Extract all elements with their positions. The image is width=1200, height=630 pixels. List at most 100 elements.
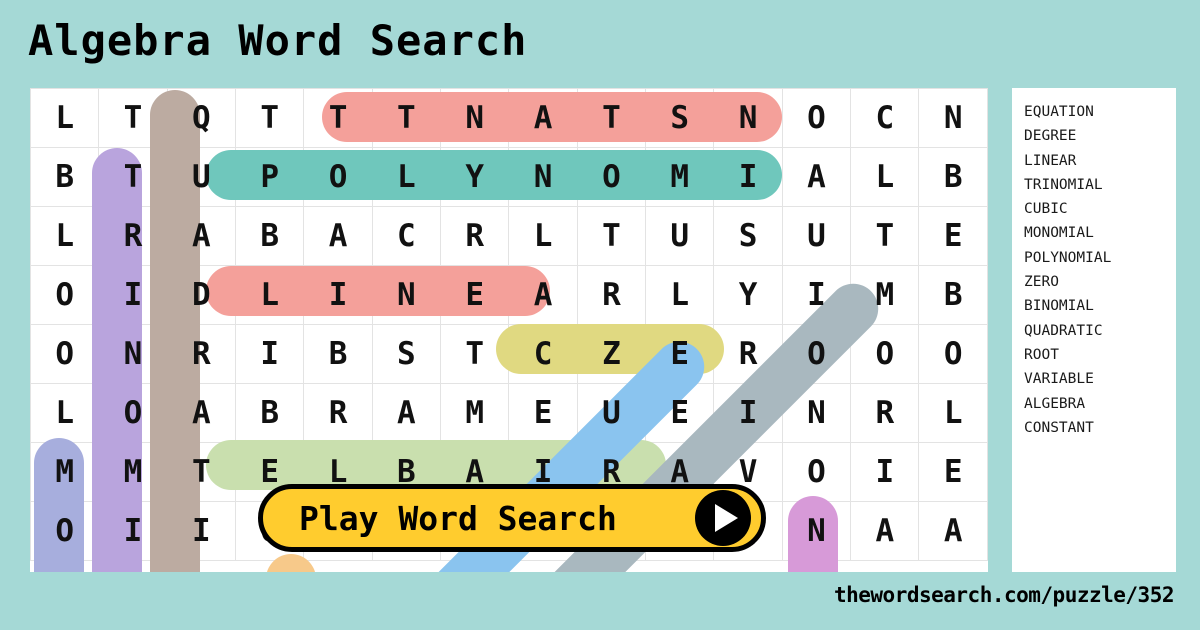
grid-cell[interactable]: P: [235, 147, 305, 207]
grid-cell[interactable]: C: [850, 88, 920, 148]
grid-cell[interactable]: B: [235, 206, 305, 266]
grid-cell[interactable]: T: [166, 442, 237, 502]
grid-cell[interactable]: L: [30, 88, 100, 148]
grid-cell[interactable]: S: [371, 324, 442, 384]
grid-cell[interactable]: M: [440, 383, 510, 443]
grid-cell[interactable]: Z: [576, 324, 647, 384]
grid-cell[interactable]: M: [645, 147, 715, 207]
grid-letter: U: [807, 217, 826, 254]
grid-cell[interactable]: O: [303, 147, 373, 207]
grid-cell[interactable]: R: [576, 265, 647, 325]
grid-cell[interactable]: L: [918, 383, 988, 443]
grid-cell[interactable]: O: [30, 501, 100, 561]
grid-cell[interactable]: B: [235, 383, 305, 443]
grid-cell[interactable]: A: [166, 206, 237, 266]
grid-cell[interactable]: B: [30, 147, 100, 207]
grid-cell[interactable]: I: [713, 147, 783, 207]
grid-cell[interactable]: D: [166, 265, 237, 325]
grid-cell[interactable]: E: [440, 265, 510, 325]
grid-cell[interactable]: A: [508, 265, 578, 325]
grid-cell[interactable]: Y: [713, 265, 783, 325]
play-word-search-button[interactable]: Play Word Search: [258, 484, 766, 552]
grid-cell[interactable]: L: [235, 265, 305, 325]
grid-cell[interactable]: N: [98, 324, 168, 384]
grid-cell[interactable]: U: [576, 383, 647, 443]
grid-cell[interactable]: A: [371, 383, 442, 443]
grid-cell[interactable]: E: [645, 324, 715, 384]
grid-cell[interactable]: A: [508, 88, 578, 148]
grid-cell[interactable]: N: [508, 147, 578, 207]
grid-cell[interactable]: O: [918, 324, 988, 384]
grid-letter: T: [397, 99, 416, 136]
grid-cell[interactable]: M: [98, 442, 168, 502]
grid-cell[interactable]: B: [303, 324, 373, 384]
grid-cell[interactable]: I: [303, 265, 373, 325]
grid-cell[interactable]: T: [576, 206, 647, 266]
grid-cell[interactable]: A: [781, 147, 852, 207]
grid-cell[interactable]: R: [850, 383, 920, 443]
grid-cell[interactable]: E: [645, 383, 715, 443]
grid-cell[interactable]: I: [166, 501, 237, 561]
grid-cell[interactable]: R: [98, 206, 168, 266]
grid-cell[interactable]: I: [713, 383, 783, 443]
grid-cell[interactable]: T: [98, 147, 168, 207]
grid-cell[interactable]: C: [508, 324, 578, 384]
grid-cell[interactable]: N: [918, 88, 988, 148]
grid-cell[interactable]: N: [713, 88, 783, 148]
grid-cell[interactable]: A: [166, 383, 237, 443]
grid-cell[interactable]: U: [645, 206, 715, 266]
grid-cell[interactable]: E: [918, 442, 988, 502]
grid-cell[interactable]: R: [440, 206, 510, 266]
grid-cell[interactable]: U: [166, 147, 237, 207]
grid-cell[interactable]: O: [98, 383, 168, 443]
grid-cell[interactable]: A: [303, 206, 373, 266]
grid-cell[interactable]: B: [918, 265, 988, 325]
grid-cell[interactable]: L: [30, 383, 100, 443]
grid-cell[interactable]: T: [235, 88, 305, 148]
grid-cell[interactable]: O: [781, 324, 852, 384]
grid-cell[interactable]: R: [713, 324, 783, 384]
grid-cell[interactable]: L: [30, 206, 100, 266]
grid-cell[interactable]: I: [850, 442, 920, 502]
grid-cell[interactable]: C: [371, 206, 442, 266]
grid-cell[interactable]: I: [235, 324, 305, 384]
grid-cell[interactable]: T: [98, 88, 168, 148]
grid-cell[interactable]: R: [166, 324, 237, 384]
grid-letter: O: [807, 335, 826, 372]
grid-cell[interactable]: I: [98, 501, 168, 561]
grid-cell[interactable]: O: [850, 324, 920, 384]
grid-cell[interactable]: N: [440, 88, 510, 148]
grid-cell[interactable]: L: [508, 206, 578, 266]
grid-cell[interactable]: L: [371, 147, 442, 207]
grid-cell[interactable]: O: [576, 147, 647, 207]
grid-cell[interactable]: E: [508, 383, 578, 443]
grid-cell[interactable]: T: [303, 88, 373, 148]
grid-cell[interactable]: M: [850, 265, 920, 325]
grid-cell[interactable]: N: [371, 265, 442, 325]
grid-cell[interactable]: M: [30, 442, 100, 502]
grid-cell[interactable]: S: [645, 88, 715, 148]
grid-cell[interactable]: L: [645, 265, 715, 325]
grid-cell[interactable]: O: [781, 442, 852, 502]
grid-cell[interactable]: T: [440, 324, 510, 384]
grid-cell[interactable]: S: [713, 206, 783, 266]
grid-cell[interactable]: N: [781, 383, 852, 443]
grid-cell[interactable]: B: [918, 147, 988, 207]
grid-cell[interactable]: A: [918, 501, 988, 561]
grid-cell[interactable]: T: [371, 88, 442, 148]
grid-cell[interactable]: L: [850, 147, 920, 207]
grid-cell[interactable]: I: [98, 265, 168, 325]
grid-cell[interactable]: O: [781, 88, 852, 148]
grid-cell[interactable]: I: [781, 265, 852, 325]
grid-cell[interactable]: Y: [440, 147, 510, 207]
grid-cell[interactable]: O: [30, 324, 100, 384]
grid-cell[interactable]: T: [576, 88, 647, 148]
grid-cell[interactable]: A: [850, 501, 920, 561]
grid-cell[interactable]: T: [850, 206, 920, 266]
grid-cell[interactable]: N: [781, 501, 852, 561]
grid-cell[interactable]: R: [303, 383, 373, 443]
grid-cell[interactable]: U: [781, 206, 852, 266]
grid-cell[interactable]: Q: [166, 88, 237, 148]
grid-cell[interactable]: O: [30, 265, 100, 325]
grid-cell[interactable]: E: [918, 206, 988, 266]
